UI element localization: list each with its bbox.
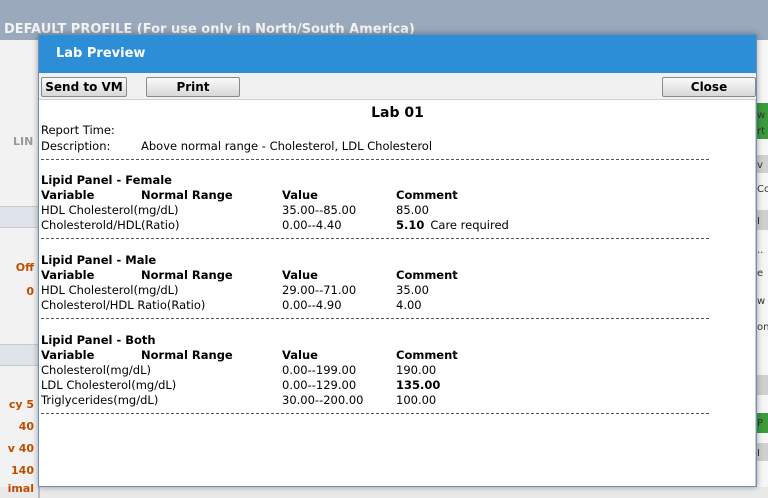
column-header-comment: Comment [396, 268, 458, 282]
table-row: Cholesterol(mg/dL) 0.00--199.00 190.00 [39, 363, 756, 377]
result-value-text: 85.00 [396, 203, 429, 217]
normal-range: 30.00--200.00 [282, 393, 364, 407]
panel-title: Lipid Panel - Male [41, 253, 157, 267]
table-row: Triglycerides(mg/dL) 30.00--200.00 100.00 [39, 393, 756, 407]
close-button[interactable]: Close [662, 77, 756, 97]
lin-label: LIN [13, 135, 34, 148]
background-right-label: .. [757, 245, 764, 256]
normal-range: 0.00--4.90 [282, 298, 342, 312]
background-field-value[interactable]: Off [0, 259, 40, 277]
result-value-text: 4.00 [396, 298, 422, 312]
divider [41, 413, 709, 414]
column-header-value: Value [282, 188, 318, 202]
table-row: LDL Cholesterol(mg/dL) 0.00--129.00 135.00 [39, 378, 756, 392]
background-field-value[interactable]: imal [0, 480, 40, 498]
print-button[interactable]: Print [146, 77, 240, 97]
table-row: HDL Cholesterol(mg/dL) 35.00--85.00 85.00 [39, 203, 756, 217]
background-right-band [756, 375, 768, 395]
result-value-text: 5.10 [396, 218, 425, 232]
result-value: 190.00 [396, 363, 436, 377]
column-header-variable: Variable [41, 348, 95, 362]
variable-name: Cholesterol/HDL Ratio(Ratio) [41, 298, 206, 312]
variable-name: Cholesterold/HDL(Ratio) [41, 218, 180, 232]
panel-column-headers: Variable Normal Range Value Comment [39, 348, 756, 362]
variable-name: HDL Cholesterol(mg/dL) [41, 283, 179, 297]
background-field-value[interactable]: cy 5 [0, 396, 40, 414]
background-right-label: Co [757, 184, 768, 195]
background-field-value[interactable]: 140 [0, 462, 40, 480]
column-header-value: Value [282, 348, 318, 362]
column-header-variable: Variable [41, 188, 95, 202]
background-band [0, 206, 40, 228]
column-header-normal-range: Normal Range [141, 268, 233, 282]
background-right-label: I [757, 216, 760, 227]
panel-column-headers: Variable Normal Range Value Comment [39, 188, 756, 202]
variable-name: LDL Cholesterol(mg/dL) [41, 378, 177, 392]
result-value: 5.10 Care required [396, 218, 509, 232]
content-border [755, 100, 756, 486]
panel-column-headers: Variable Normal Range Value Comment [39, 268, 756, 282]
background-right-label: rt [757, 126, 766, 137]
normal-range: 0.00--199.00 [282, 363, 357, 377]
report-content: Lab 01 Report Time: Description: Above n… [39, 100, 756, 486]
column-header-value: Value [282, 268, 318, 282]
result-value: 4.00 [396, 298, 422, 312]
variable-name: HDL Cholesterol(mg/dL) [41, 203, 179, 217]
background-field-value[interactable]: 40 [0, 418, 40, 436]
panel-title: Lipid Panel - Both [41, 333, 156, 347]
variable-name: Cholesterol(mg/dL) [41, 363, 151, 377]
normal-range: 0.00--129.00 [282, 378, 357, 392]
result-value: 100.00 [396, 393, 436, 407]
report-time-label: Report Time: [41, 123, 115, 137]
panel-title: Lipid Panel - Female [41, 173, 172, 187]
divider [41, 159, 709, 160]
background-right-label: P [757, 418, 764, 429]
normal-range: 0.00--4.40 [282, 218, 342, 232]
result-value-text: 190.00 [396, 363, 437, 377]
column-header-comment: Comment [396, 348, 458, 362]
normal-range: 29.00--71.00 [282, 283, 357, 297]
variable-name: Triglycerides(mg/dL) [41, 393, 159, 407]
result-value-text: 35.00 [396, 283, 429, 297]
background-right-label: I [757, 448, 760, 459]
background-right-label: v [757, 160, 763, 171]
dialog-title: Lab Preview [39, 35, 756, 73]
column-header-comment: Comment [396, 188, 458, 202]
table-row: HDL Cholesterol(mg/dL) 29.00--71.00 35.00 [39, 283, 756, 297]
table-row: Cholesterold/HDL(Ratio) 0.00--4.40 5.10 Car… [39, 218, 756, 232]
result-value: 35.00 [396, 283, 429, 297]
column-header-normal-range: Normal Range [141, 188, 233, 202]
column-header-variable: Variable [41, 268, 95, 282]
lab-title: Lab 01 [371, 105, 424, 121]
lab-preview-dialog: Lab Preview Send to VM Print Close Lab 0… [38, 34, 757, 487]
description-label: Description: [41, 139, 111, 153]
send-to-vm-button[interactable]: Send to VM [41, 77, 127, 97]
description-row: Description: Above normal range - Choles… [39, 139, 756, 153]
table-row: Cholesterol/HDL Ratio(Ratio) 0.00--4.90 4.… [39, 298, 756, 312]
result-value-text: 100.00 [396, 393, 437, 407]
divider [41, 238, 709, 239]
background-right-label: w [757, 110, 766, 121]
background-field-value[interactable]: v 40 [0, 440, 40, 458]
background-field-value[interactable]: 0 [0, 283, 40, 301]
result-value-text: 135.00 [396, 378, 441, 392]
normal-range: 35.00--85.00 [282, 203, 357, 217]
background-right-label: w [757, 296, 766, 307]
divider [41, 318, 709, 319]
dialog-toolbar: Send to VM Print Close [39, 73, 756, 100]
background-right-label: e [757, 268, 764, 279]
result-comment: Care required [430, 218, 509, 232]
result-value: 85.00 [396, 203, 429, 217]
column-header-normal-range: Normal Range [141, 348, 233, 362]
description-value: Above normal range - Cholesterol, LDL Ch… [141, 139, 433, 153]
result-value: 135.00 [396, 378, 440, 392]
background-band [0, 344, 40, 366]
background-right-label: on [757, 322, 768, 333]
